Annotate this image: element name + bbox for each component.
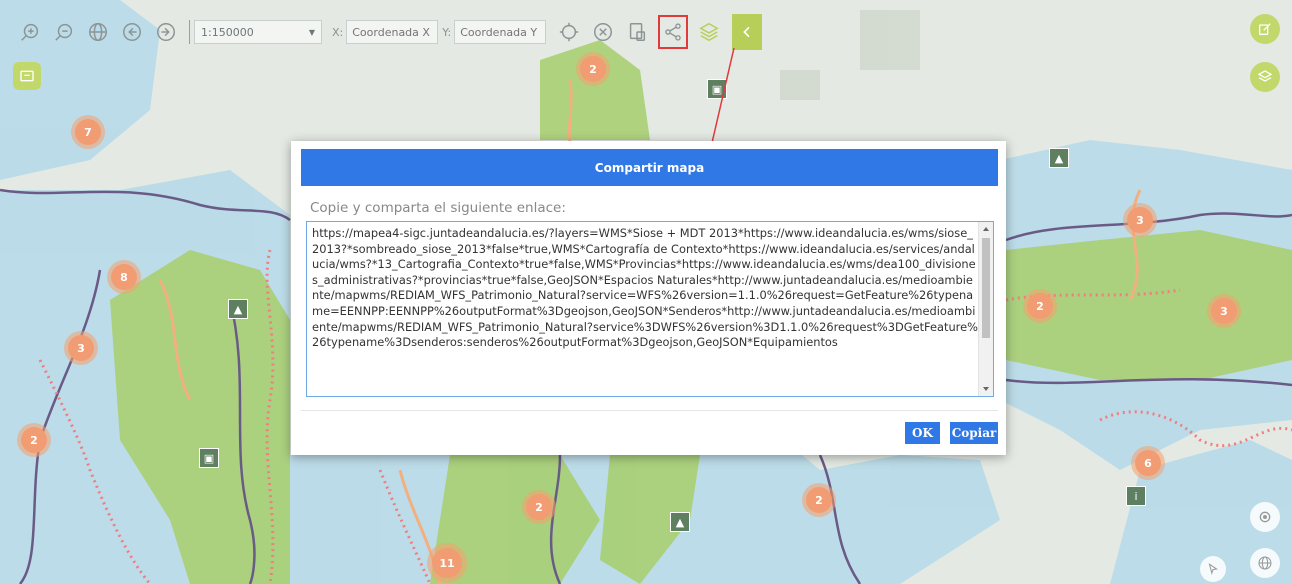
projection-button[interactable] — [1250, 548, 1280, 578]
share-map-dialog: Compartir mapa Copie y comparta el sigui… — [291, 141, 1006, 455]
scroll-up-icon[interactable] — [983, 227, 989, 231]
share-instruction: Copie y comparta el siguiente enlace: — [310, 200, 566, 216]
edit-button[interactable] — [1250, 14, 1280, 44]
share-link-textarea[interactable]: https://mapea4-sigc.juntadeandalucia.es/… — [306, 221, 994, 397]
layer-switcher-button[interactable] — [1250, 62, 1280, 92]
dialog-divider — [301, 410, 998, 411]
cursor-icon — [1208, 563, 1218, 575]
map-tools-button[interactable] — [13, 62, 41, 90]
globe-icon — [1258, 556, 1272, 570]
copy-button[interactable]: Copiar — [950, 422, 998, 444]
locate-icon — [1259, 511, 1271, 523]
ok-button[interactable]: OK — [905, 422, 940, 444]
geolocation-button[interactable] — [1250, 502, 1280, 532]
share-link-text: https://mapea4-sigc.juntadeandalucia.es/… — [312, 226, 978, 350]
scroll-down-icon[interactable] — [983, 387, 989, 391]
map-icon — [20, 70, 34, 82]
scroll-thumb[interactable] — [982, 238, 990, 338]
textarea-scrollbar[interactable] — [978, 222, 993, 396]
select-tool-button[interactable] — [1200, 556, 1226, 582]
edit-icon — [1259, 23, 1271, 35]
layers-icon — [1257, 70, 1273, 82]
dialog-title: Compartir mapa — [301, 149, 998, 186]
